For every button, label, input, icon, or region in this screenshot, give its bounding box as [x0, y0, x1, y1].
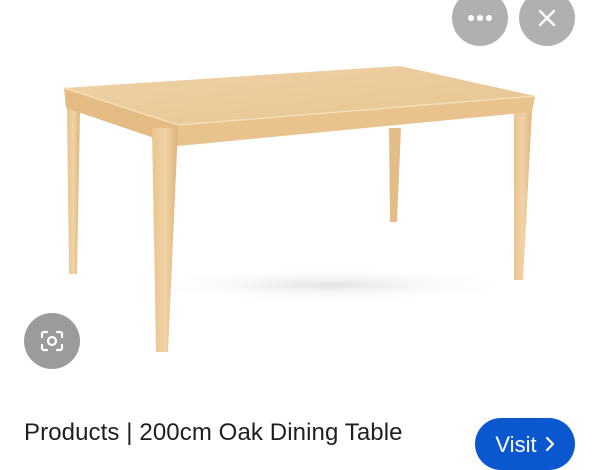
visit-button[interactable]: Visit [475, 418, 575, 470]
result-title[interactable]: Products | 200cm Oak Dining Table [24, 419, 403, 447]
lens-search-button[interactable] [24, 313, 80, 369]
product-image[interactable] [0, 0, 600, 395]
more-horizontal-icon [468, 15, 492, 21]
close-icon [538, 9, 556, 27]
visit-label: Visit [495, 432, 537, 457]
image-viewer: Products | 200cm Oak Dining Table Visit [0, 0, 600, 470]
lens-search-icon [40, 330, 64, 352]
